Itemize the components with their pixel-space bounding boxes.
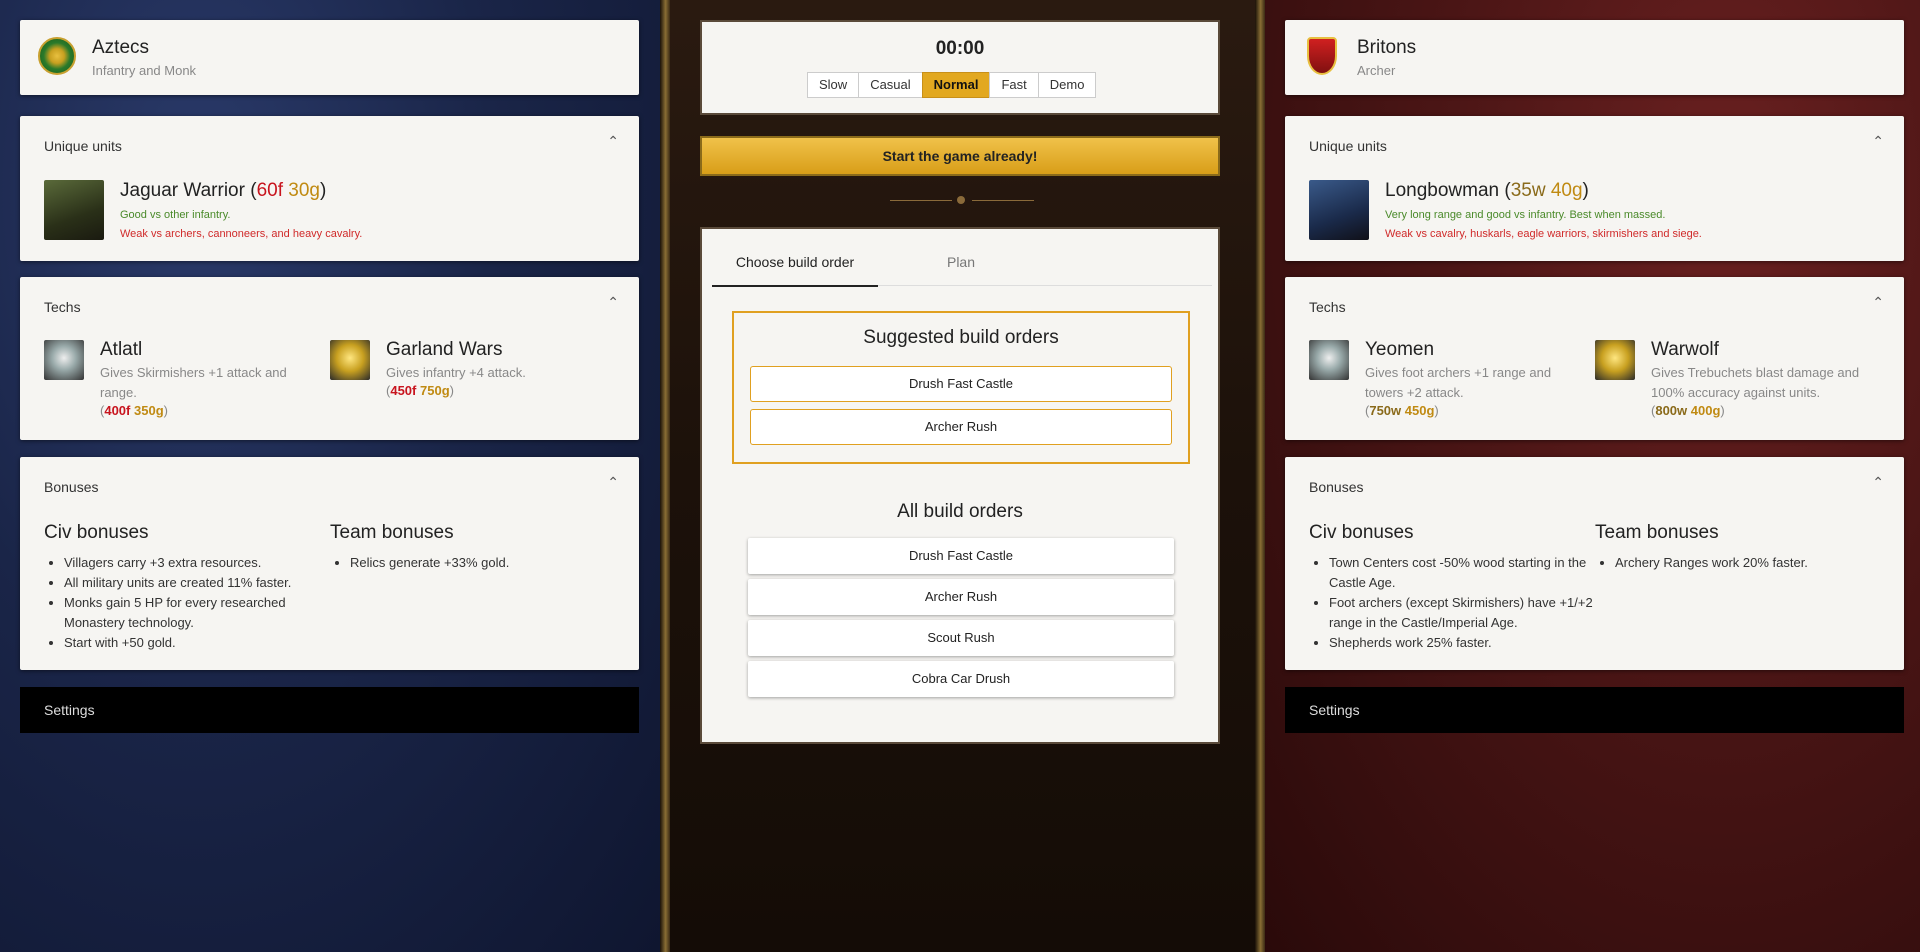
atlatl-tech-icon [44,340,84,380]
civ-bonuses-heading: Civ bonuses [44,522,149,543]
civ-subtitle: Infantry and Monk [92,63,197,78]
civ-subtitle: Archer [1357,63,1396,78]
collapse-chevron-icon[interactable]: ⌃ [607,474,619,491]
list-item: Archery Ranges work 20% faster. [1615,553,1895,573]
start-game-button[interactable]: Start the game already! [700,136,1220,176]
section-title: Bonuses [44,479,99,495]
civ-bonuses-heading: Civ bonuses [1309,522,1414,543]
right-rail-divider [1255,0,1265,952]
civ-bonuses-list: Villagers carry +3 extra resources. All … [44,553,330,653]
timer-box: 00:00 Slow Casual Normal Fast Demo [700,20,1220,115]
unique-units-section: Unique units ⌃ Jaguar Warrior (60f 30g) … [20,116,639,261]
team-bonuses-heading: Team bonuses [1595,522,1719,543]
list-item: All military units are created 11% faste… [64,573,330,593]
collapse-chevron-icon[interactable]: ⌃ [607,294,619,311]
unit-strength: Very long range and good vs infantry. Be… [1385,209,1666,221]
speed-fast-button[interactable]: Fast [989,72,1039,98]
collapse-chevron-icon[interactable]: ⌃ [1872,133,1884,150]
list-item: Start with +50 gold. [64,633,330,653]
tab-bar: Choose build order Plan [712,239,1212,287]
team-bonuses-list: Archery Ranges work 20% faster. [1595,553,1895,573]
techs-section: Techs ⌃ Yeomen Gives foot archers +1 ran… [1285,277,1904,440]
team-bonuses-heading: Team bonuses [330,522,454,543]
tab-plan[interactable]: Plan [878,239,1044,285]
all-build-orders-title: All build orders [897,501,1023,522]
unit-name: Jaguar Warrior (60f 30g) [120,180,327,201]
unit-weakness: Weak vs archers, cannoneers, and heavy c… [120,228,363,240]
speed-slow-button[interactable]: Slow [807,72,860,98]
civ-header: Britons Archer [1285,20,1904,95]
section-title: Unique units [44,138,122,154]
team-bonuses-list: Relics generate +33% gold. [330,553,630,573]
suggested-build-order-button[interactable]: Drush Fast Castle [750,366,1172,402]
settings-label: Settings [44,702,95,718]
settings-button[interactable]: Settings [20,687,639,733]
jaguar-warrior-portrait [44,180,104,240]
tab-choose-build-order[interactable]: Choose build order [712,239,878,287]
aztecs-emblem-icon [38,37,76,75]
civ-name: Aztecs [92,37,150,58]
unique-units-section: Unique units ⌃ Longbowman (35w 40g) Very… [1285,116,1904,261]
tech-cost: (750w 450g) [1365,403,1439,418]
section-title: Techs [1309,299,1346,315]
tech-cost: (800w 400g) [1651,403,1725,418]
build-order-button[interactable]: Archer Rush [748,579,1174,615]
list-item: Shepherds work 25% faster. [1329,633,1595,653]
build-order-button[interactable]: Drush Fast Castle [748,538,1174,574]
unit-weakness: Weak vs cavalry, huskarls, eagle warrior… [1385,228,1702,240]
bonuses-section: Bonuses ⌃ Civ bonuses Town Centers cost … [1285,457,1904,670]
list-item: Relics generate +33% gold. [350,553,630,573]
speed-selector: Slow Casual Normal Fast Demo [807,72,1097,98]
tech-desc: Gives infantry +4 attack. [386,365,526,380]
collapse-chevron-icon[interactable]: ⌃ [1872,474,1884,491]
bonuses-section: Bonuses ⌃ Civ bonuses Villagers carry +3… [20,457,639,670]
tech-cost: (450f 750g) [386,383,454,398]
game-control-panel: 00:00 Slow Casual Normal Fast Demo Start… [660,0,1265,952]
settings-button[interactable]: Settings [1285,687,1904,733]
section-title: Bonuses [1309,479,1364,495]
left-player-panel: Aztecs Infantry and Monk Unique units ⌃ … [0,0,660,952]
tech-desc: Gives foot archers +1 range and towers +… [1365,365,1552,400]
tech-name: Atlatl [100,339,143,360]
collapse-chevron-icon[interactable]: ⌃ [1872,294,1884,311]
left-rail-divider [660,0,670,952]
section-title: Techs [44,299,81,315]
civ-bonuses-list: Town Centers cost -50% wood starting in … [1309,553,1595,653]
tech-cost: (400f 350g) [100,403,168,418]
list-item: Town Centers cost -50% wood starting in … [1329,553,1595,593]
build-order-button[interactable]: Scout Rush [748,620,1174,656]
speed-casual-button[interactable]: Casual [858,72,923,98]
right-player-panel: Britons Archer Unique units ⌃ Longbowman… [1265,0,1920,952]
game-timer: 00:00 [935,38,985,59]
yeomen-tech-icon [1309,340,1349,380]
suggested-build-order-button[interactable]: Archer Rush [750,409,1172,445]
unit-name: Longbowman (35w 40g) [1385,180,1589,201]
tech-name: Yeomen [1365,339,1435,360]
tech-name: Garland Wars [386,339,503,360]
ornament-divider [890,196,1034,204]
tech-desc: Gives Skirmishers +1 attack and range. [100,365,287,400]
tech-name: Warwolf [1651,339,1719,360]
suggested-title: Suggested build orders [863,327,1059,348]
list-item: Foot archers (except Skirmishers) have +… [1329,593,1595,633]
techs-section: Techs ⌃ Atlatl Gives Skirmishers +1 atta… [20,277,639,440]
build-order-box: Choose build order Plan Suggested build … [700,227,1220,744]
suggested-build-orders-box: Suggested build orders Drush Fast Castle… [732,311,1190,464]
list-item: Villagers carry +3 extra resources. [64,553,330,573]
civ-header: Aztecs Infantry and Monk [20,20,639,95]
list-item: Monks gain 5 HP for every researched Mon… [64,593,330,633]
settings-label: Settings [1309,702,1360,718]
tech-desc: Gives Trebuchets blast damage and 100% a… [1651,365,1860,400]
garland-wars-tech-icon [330,340,370,380]
section-title: Unique units [1309,138,1387,154]
longbowman-portrait [1309,180,1369,240]
warwolf-tech-icon [1595,340,1635,380]
build-order-button[interactable]: Cobra Car Drush [748,661,1174,697]
civ-name: Britons [1357,37,1417,58]
britons-shield-icon [1307,37,1337,75]
unit-strength: Good vs other infantry. [120,209,231,221]
speed-normal-button[interactable]: Normal [921,72,991,98]
speed-demo-button[interactable]: Demo [1037,72,1097,98]
collapse-chevron-icon[interactable]: ⌃ [607,133,619,150]
